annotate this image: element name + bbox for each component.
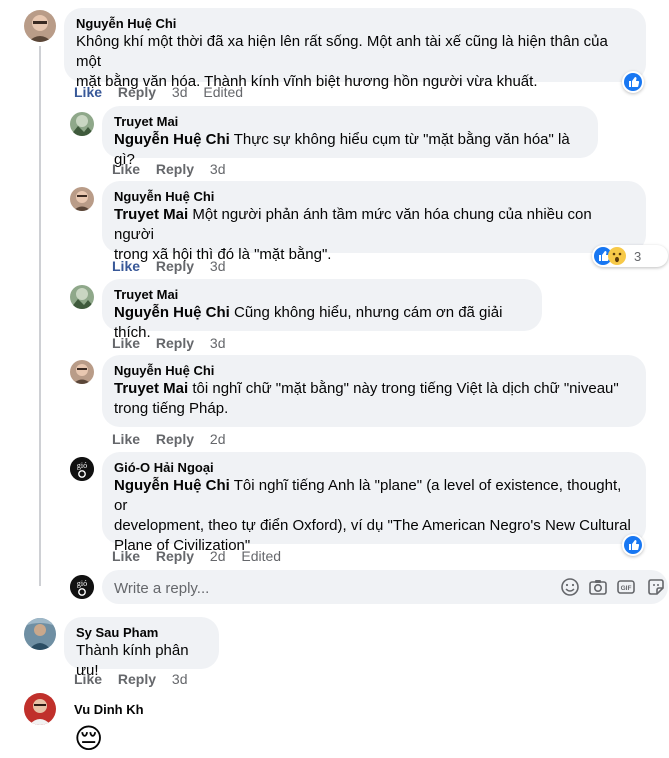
reply-text: Truyet Mai Một người phản ánh tầm mức vă… [114, 205, 634, 245]
emoji-comment: 😔 [74, 722, 104, 755]
reply-actions: Like Reply 2d [112, 430, 226, 448]
like-button[interactable]: Like [112, 160, 140, 178]
avatar[interactable] [70, 187, 94, 211]
emoji-icon[interactable] [560, 577, 580, 597]
reply-button[interactable]: Reply [118, 83, 156, 101]
reply-text: Nguyễn Huệ Chi Tôi nghĩ tiếng Anh là "pl… [114, 476, 634, 516]
gif-icon[interactable]: GIF [616, 577, 636, 597]
svg-text:GIF: GIF [621, 585, 632, 592]
comment-actions: Like Reply 3d [74, 670, 188, 688]
reply-input-box[interactable]: GIF [102, 570, 668, 606]
avatar-text: gió [77, 461, 87, 470]
edited-label[interactable]: Edited [241, 547, 281, 565]
reply-bubble: Truyet Mai Nguyễn Huệ Chi Cũng không hiể… [102, 279, 542, 341]
reply-button[interactable]: Reply [118, 670, 156, 688]
like-button[interactable]: Like [74, 670, 102, 688]
reply-button[interactable]: Reply [156, 334, 194, 352]
avatar[interactable]: gió [70, 457, 94, 481]
reply-text-body: tôi nghĩ chữ "mặt bằng" này trong tiếng … [188, 380, 619, 397]
reply-author[interactable]: Nguyễn Huệ Chi [114, 189, 634, 205]
like-reaction-icon [624, 536, 642, 554]
reply-author[interactable]: Nguyễn Huệ Chi [114, 363, 634, 379]
reply-bubble: Nguyễn Huệ Chi Truyet Mai Một người phản… [102, 181, 646, 263]
timestamp[interactable]: 3d [210, 334, 226, 352]
comment-block: Vu Dinh Kh [74, 702, 144, 718]
mention-tag[interactable]: Nguyễn Huệ Chi [114, 477, 230, 494]
reply-input[interactable] [112, 570, 536, 606]
like-button[interactable]: Like [112, 430, 140, 448]
timestamp[interactable]: 3d [210, 160, 226, 178]
reply-actions: Like Reply 3d [112, 334, 226, 352]
reaction-summary[interactable] [622, 71, 644, 93]
reply-text-line: development, theo tự điển Oxford), ví dụ… [114, 517, 631, 534]
comment-bubble: Nguyễn Huệ Chi Không khí một thời đã xa … [64, 8, 646, 90]
mention-tag[interactable]: Nguyễn Huệ Chi [114, 304, 230, 321]
reply-bubble: Gió-O Hải Ngoại Nguyễn Huệ Chi Tôi nghĩ … [102, 452, 646, 554]
edited-label[interactable]: Edited [203, 83, 243, 101]
reaction-summary[interactable] [622, 534, 644, 556]
avatar[interactable] [24, 618, 56, 650]
comment-text-line: Không khí một thời đã xa hiện lên rất số… [76, 33, 608, 70]
reply-bubble: Truyet Mai Nguyễn Huệ Chi Thực sự không … [102, 106, 598, 168]
timestamp[interactable]: 3d [172, 670, 188, 688]
mention-tag[interactable]: Nguyễn Huệ Chi [114, 131, 230, 148]
like-button[interactable]: Like [112, 334, 140, 352]
reply-actions: Like Reply 3d [112, 257, 226, 275]
avatar[interactable] [70, 112, 94, 136]
reply-bubble: Nguyễn Huệ Chi Truyet Mai tôi nghĩ chữ "… [102, 355, 646, 427]
timestamp[interactable]: 2d [210, 430, 226, 448]
comment-bubble: Sy Sau Pham Thành kính phân ưu! [64, 617, 219, 679]
comment-author[interactable]: Sy Sau Pham [76, 625, 207, 641]
wow-reaction-icon [608, 247, 626, 265]
like-button[interactable]: Like [112, 257, 140, 275]
avatar[interactable] [24, 693, 56, 725]
mention-tag[interactable]: Truyet Mai [114, 380, 188, 397]
comment-author[interactable]: Nguyễn Huệ Chi [76, 16, 634, 32]
avatar[interactable] [24, 10, 56, 42]
avatar[interactable] [70, 285, 94, 309]
comment-author[interactable]: Vu Dinh Kh [74, 702, 144, 718]
avatar[interactable] [70, 360, 94, 384]
reply-author[interactable]: Truyet Mai [114, 114, 586, 130]
mention-tag[interactable]: Truyet Mai [114, 206, 188, 223]
comment-actions: Like Reply 3d Edited [74, 83, 243, 101]
reply-button[interactable]: Reply [156, 257, 194, 275]
timestamp[interactable]: 3d [210, 257, 226, 275]
reply-author[interactable]: Truyet Mai [114, 287, 530, 303]
avatar-text: gió [77, 579, 87, 588]
reply-text-line: trong tiếng Pháp. [114, 400, 229, 417]
timestamp[interactable]: 2d [210, 547, 226, 565]
like-reaction-icon [624, 73, 642, 91]
like-button[interactable]: Like [74, 83, 102, 101]
thread-line [39, 46, 41, 586]
reply-button[interactable]: Reply [156, 160, 194, 178]
reply-button[interactable]: Reply [156, 547, 194, 565]
timestamp[interactable]: 3d [172, 83, 188, 101]
reply-actions: Like Reply 3d [112, 160, 226, 178]
avatar[interactable]: gió [70, 575, 94, 599]
reaction-count: 3 [634, 248, 642, 264]
reply-actions: Like Reply 2d Edited [112, 547, 281, 565]
camera-icon[interactable] [588, 577, 608, 597]
reply-author[interactable]: Gió-O Hải Ngoại [114, 460, 634, 476]
reply-button[interactable]: Reply [156, 430, 194, 448]
sticker-icon[interactable] [646, 577, 666, 597]
reaction-summary[interactable]: 3 [592, 245, 668, 267]
reply-text: Truyet Mai tôi nghĩ chữ "mặt bằng" này t… [114, 379, 634, 399]
like-button[interactable]: Like [112, 547, 140, 565]
